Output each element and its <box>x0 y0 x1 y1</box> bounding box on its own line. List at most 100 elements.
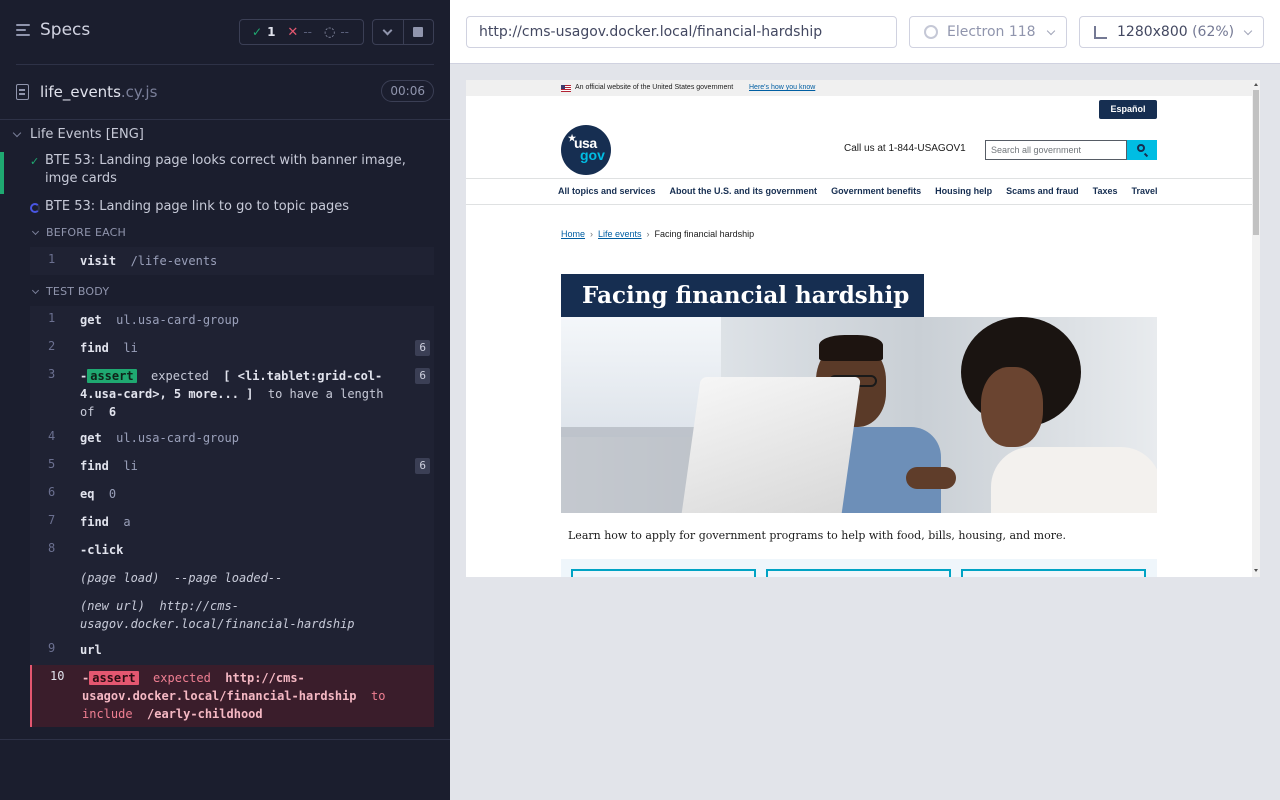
specs-label: Specs <box>40 20 91 40</box>
test-body-commands: 1 get ul.usa-card-group 2 find li 6 3 -a… <box>30 306 434 727</box>
command-row[interactable]: 9 url <box>30 641 434 659</box>
gov-banner-text: An official website of the United States… <box>575 84 734 91</box>
assert-pill: assert <box>87 369 137 383</box>
command-row-failed-assert[interactable]: 10 - assert expected http://cms-usagov.do… <box>30 665 434 727</box>
nav-item-taxes[interactable]: Taxes <box>1093 186 1118 196</box>
command-number: 10 <box>50 669 65 683</box>
passed-count: 1 <box>267 25 276 39</box>
command-arg: ul.usa-card-group <box>116 313 239 327</box>
breadcrumb-home[interactable]: Home <box>561 229 585 239</box>
nav-item-benefits[interactable]: Government benefits <box>831 186 921 196</box>
collapse-all-button[interactable] <box>373 20 403 44</box>
command-row[interactable]: 8 -click <box>30 541 434 559</box>
command-number: 9 <box>48 641 56 655</box>
assert-value: 6 <box>108 405 117 419</box>
command-row[interactable]: 1 visit /life-events <box>30 252 434 270</box>
hook-title: TEST BODY <box>46 285 110 298</box>
check-icon: ✓ <box>30 155 40 168</box>
command-number: 1 <box>48 252 56 266</box>
command-row[interactable]: 5 find li 6 <box>30 457 434 475</box>
usagov-logo[interactable]: ★ usa gov <box>561 125 611 175</box>
pending-icon: ◌ <box>324 24 336 40</box>
command-row[interactable]: 2 find li 6 <box>30 339 434 357</box>
hook-before-each[interactable]: BEFORE EACH <box>31 226 126 239</box>
command-row-assert[interactable]: 3 - assert expected [ <li.tablet:grid-col… <box>30 367 434 421</box>
test-title: BTE 53: Landing page looks correct with … <box>45 153 406 186</box>
command-number: 8 <box>48 541 56 555</box>
check-icon: ✓ <box>252 25 263 39</box>
site-main-nav: All topics and services About the U.S. a… <box>558 186 1158 196</box>
event-row-page-load[interactable]: (page load) --page loaded-- <box>30 569 434 587</box>
command-number: 6 <box>48 485 56 499</box>
test-title: BTE 53: Landing page link to go to topic… <box>45 199 350 214</box>
browser-selector[interactable]: Electron 118 <box>909 16 1067 48</box>
test-running[interactable]: BTE 53: Landing page link to go to topic… <box>0 198 450 218</box>
spec-file-row[interactable]: life_events .cy.js 00:06 <box>16 80 434 104</box>
chevron-down-icon <box>31 286 40 294</box>
reporter-header: Specs ✓ 1 ✕ -- ◌ -- <box>0 0 450 64</box>
command-arg: 0 <box>108 487 117 501</box>
nav-item-scams[interactable]: Scams and fraud <box>1006 186 1079 196</box>
suite-title[interactable]: Life Events [ENG] <box>12 124 144 144</box>
breadcrumb-life-events[interactable]: Life events <box>598 229 642 239</box>
specs-toggle-button[interactable]: Specs <box>16 20 90 40</box>
command-row[interactable]: 6 eq 0 <box>30 485 434 503</box>
chevron-right-icon: › <box>590 229 594 239</box>
chevron-down-icon <box>382 25 393 35</box>
passed-stat: ✓ 1 <box>240 25 275 39</box>
stop-button[interactable] <box>402 20 434 44</box>
event-row-new-url[interactable]: (new url) http://cms-usagov.docker.local… <box>30 597 434 633</box>
viewport-selector[interactable]: 1280x800 (62%) <box>1079 16 1264 48</box>
chevron-down-icon <box>12 128 22 137</box>
command-name: url <box>80 643 102 657</box>
command-row[interactable]: 7 find a <box>30 513 434 531</box>
spec-file-ext: .cy.js <box>120 83 158 101</box>
aut-header: http://cms-usagov.docker.local/financial… <box>450 0 1280 64</box>
call-us-text: Call us at 1-844-USAGOV1 <box>844 143 966 154</box>
test-passed[interactable]: ✓ BTE 53: Landing page looks correct wit… <box>0 152 450 194</box>
event-label: (new url) <box>80 599 146 613</box>
card[interactable] <box>766 569 951 577</box>
heres-how-you-know-link[interactable]: Here's how you know <box>749 84 815 91</box>
event-value: --page loaded-- <box>173 571 283 585</box>
failed-stat: ✕ -- <box>275 25 312 40</box>
hook-test-body[interactable]: TEST BODY <box>31 285 110 298</box>
site-search-input[interactable]: Search all government <box>985 140 1127 160</box>
command-row[interactable]: 4 get ul.usa-card-group <box>30 429 434 447</box>
hero-title-box: Facing financial hardship <box>561 274 924 317</box>
electron-icon <box>924 25 938 39</box>
site-search-button[interactable] <box>1127 140 1157 160</box>
scrollbar-thumb[interactable] <box>1253 90 1259 235</box>
command-row[interactable]: 1 get ul.usa-card-group <box>30 311 434 329</box>
nav-item-about-government[interactable]: About the U.S. and its government <box>670 186 818 196</box>
card[interactable] <box>571 569 756 577</box>
browser-label: Electron 118 <box>947 24 1036 40</box>
aut-url-field[interactable]: http://cms-usagov.docker.local/financial… <box>466 16 897 48</box>
aut-iframe: An official website of the United States… <box>466 80 1260 577</box>
suite-label: Life Events [ENG] <box>30 126 144 142</box>
logo-gov-text: gov <box>580 147 605 163</box>
command-name: find <box>80 459 109 473</box>
card[interactable] <box>961 569 1146 577</box>
espanol-button[interactable]: Español <box>1099 100 1157 119</box>
command-number: 5 <box>48 457 56 471</box>
chevron-down-icon <box>1046 26 1056 36</box>
command-log-panel: Specs ✓ 1 ✕ -- ◌ -- life_events .cy.js 00:06… <box>0 0 450 800</box>
x-icon: ✕ <box>287 24 299 40</box>
viewport-scale: (62%) <box>1192 24 1235 40</box>
nav-item-travel[interactable]: Travel <box>1131 186 1157 196</box>
command-name: visit <box>80 254 117 268</box>
breadcrumb-current: Facing financial hardship <box>654 229 755 239</box>
command-number: 4 <box>48 429 56 443</box>
app-under-test: http://cms-usagov.docker.local/financial… <box>450 0 1280 800</box>
nav-item-all-topics[interactable]: All topics and services <box>558 186 656 196</box>
command-name: find <box>80 341 109 355</box>
assert-word: expected <box>153 671 211 685</box>
iframe-scrollbar[interactable] <box>1252 80 1260 577</box>
specs-list-icon <box>16 23 32 37</box>
divider <box>0 739 450 740</box>
breadcrumb: Home › Life events › Facing financial ha… <box>561 229 754 239</box>
nav-item-housing[interactable]: Housing help <box>935 186 992 196</box>
command-name: -click <box>80 543 124 557</box>
command-arg: /life-events <box>130 254 218 268</box>
